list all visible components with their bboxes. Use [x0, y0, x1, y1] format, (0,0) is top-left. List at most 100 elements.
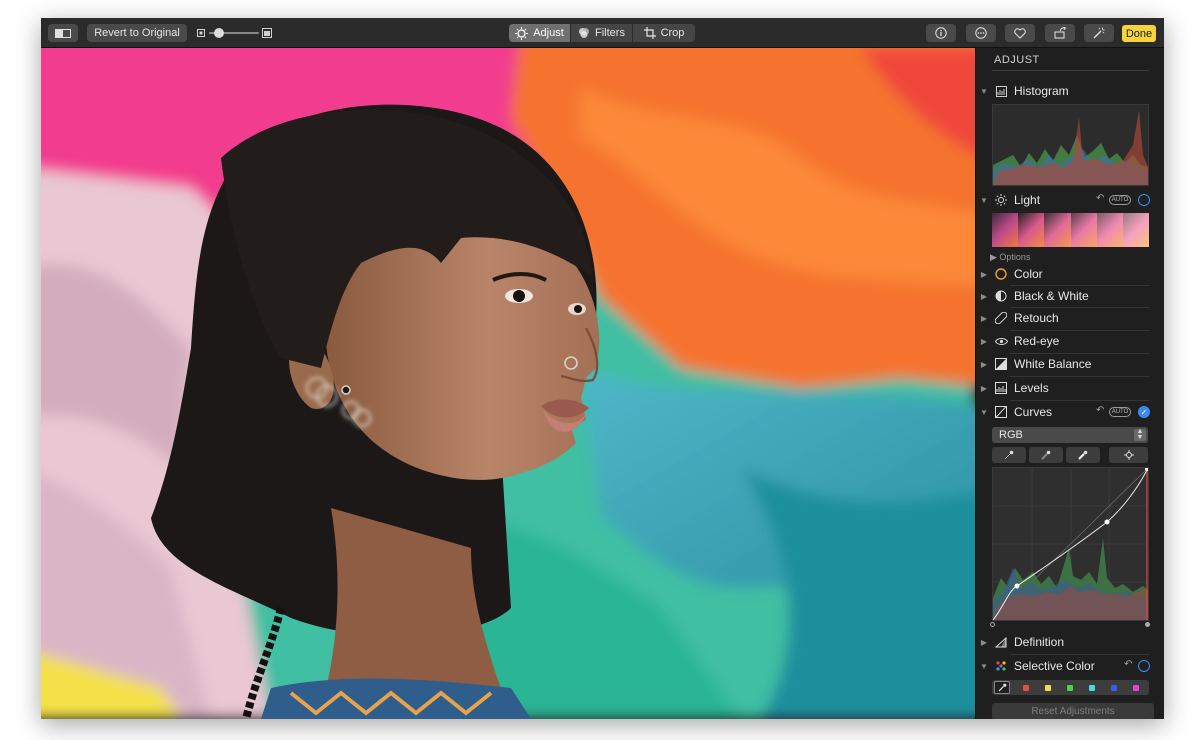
selective-color-label: Selective Color [1014, 659, 1095, 673]
select-arrows-icon: ▲ ▼ [1134, 428, 1146, 441]
selective-color-section-header[interactable]: ▼ Selective Color ↶ [976, 655, 1164, 677]
ellipsis-circle-icon [975, 27, 987, 39]
adjust-dial-icon [515, 26, 529, 40]
black-point-picker-button[interactable] [992, 447, 1026, 463]
sidebar-item-white-balance[interactable]: ▶ White Balance [976, 353, 1164, 375]
done-button[interactable]: Done [1122, 25, 1156, 42]
more-options-button[interactable] [966, 24, 996, 42]
levels-icon [992, 381, 1010, 395]
curves-graph[interactable] [992, 467, 1149, 621]
disclosure-closed-icon[interactable]: ▶ [976, 638, 992, 647]
sidebar-item-label: Red-eye [1014, 334, 1060, 348]
eyedropper-gray-icon [1041, 450, 1051, 460]
selective-color-swatches[interactable] [992, 680, 1149, 695]
zoom-in-icon [262, 28, 272, 38]
edit-mode-tabs: Adjust Filters Crop [509, 24, 695, 42]
disclosure-open-icon[interactable]: ▼ [976, 662, 992, 671]
white-balance-icon [992, 357, 1010, 371]
tab-adjust[interactable]: Adjust [509, 24, 571, 42]
curves-graph-panel[interactable] [992, 467, 1149, 621]
disclosure-closed-icon[interactable]: ▶ [976, 270, 992, 279]
curves-channel-select[interactable]: RGB ▲ ▼ [992, 427, 1148, 443]
sidebar-item-retouch[interactable]: ▶ Retouch [976, 307, 1164, 329]
disclosure-closed-icon[interactable]: ▶ [976, 360, 992, 369]
disclosure-open-icon[interactable]: ▼ [976, 87, 992, 96]
sidebar-item-label: Color [1014, 267, 1043, 281]
sun-icon [992, 193, 1010, 207]
photos-edit-window: Revert to Original Adjust Filters Crop D… [41, 18, 1164, 719]
split-view-icon [55, 28, 71, 38]
green-swatch[interactable] [1067, 685, 1073, 691]
yellow-swatch[interactable] [1045, 685, 1051, 691]
white-point-handle[interactable] [1145, 622, 1150, 627]
magenta-swatch[interactable] [1133, 685, 1139, 691]
disclosure-closed-icon[interactable]: ▶ [976, 384, 992, 393]
undo-arrow-icon[interactable]: ↶ [1096, 193, 1104, 204]
info-button[interactable] [926, 24, 956, 42]
reset-adjustments-button[interactable]: Reset Adjustments [992, 703, 1154, 719]
blue-swatch[interactable] [1111, 685, 1117, 691]
red-swatch[interactable] [1023, 685, 1029, 691]
zoom-slider-knob[interactable] [214, 28, 224, 38]
sidebar-item-label: White Balance [1014, 357, 1092, 371]
disclosure-closed-icon[interactable]: ▶ [976, 314, 992, 323]
sidebar-item-label: Black & White [1014, 289, 1089, 303]
photo-canvas[interactable] [41, 48, 975, 719]
options-label: Options [999, 252, 1031, 262]
light-section-header[interactable]: ▼ Light ↶ AUTO [976, 189, 1164, 211]
eyedropper-white-icon [1078, 450, 1088, 460]
toolbar: Revert to Original Adjust Filters Crop D… [41, 18, 1164, 48]
sidebar-title: ADJUST [994, 54, 1040, 66]
info-icon [935, 27, 947, 39]
disclosure-open-icon[interactable]: ▼ [976, 196, 992, 205]
add-point-button[interactable] [1109, 447, 1148, 463]
tab-crop[interactable]: Crop [633, 24, 695, 42]
sidebar-item-black-white[interactable]: ▶ Black & White [976, 285, 1164, 307]
curves-label: Curves [1014, 405, 1053, 419]
tab-crop-label: Crop [660, 27, 685, 39]
undo-arrow-icon[interactable]: ↶ [1124, 659, 1132, 670]
portrait-photo [41, 48, 975, 719]
cyan-swatch[interactable] [1089, 685, 1095, 691]
tab-adjust-label: Adjust [533, 27, 564, 39]
selective-color-toggle-circle[interactable] [1138, 660, 1150, 672]
sidebar-item-definition[interactable]: ▶ Definition [976, 631, 1164, 653]
curves-auto-button[interactable]: AUTO [1109, 407, 1131, 417]
undo-arrow-icon[interactable]: ↶ [1096, 405, 1104, 416]
enhance-button[interactable] [1084, 24, 1114, 42]
black-point-handle[interactable] [990, 622, 995, 627]
zoom-out-icon [197, 29, 205, 37]
favorite-button[interactable] [1005, 24, 1035, 42]
bandage-icon [992, 311, 1010, 325]
crosshair-icon [1123, 450, 1134, 460]
magic-wand-icon [1093, 27, 1105, 39]
disclosure-open-icon[interactable]: ▼ [976, 408, 992, 417]
sidebar-item-color[interactable]: ▶ Color [976, 263, 1164, 285]
title-divider [992, 70, 1149, 71]
filters-circles-icon [579, 28, 590, 38]
histogram-panel [992, 104, 1149, 186]
sidebar-item-label: Retouch [1014, 311, 1059, 325]
white-point-picker-button[interactable] [1066, 447, 1100, 463]
gray-point-picker-button[interactable] [1029, 447, 1063, 463]
eyedropper-black-icon [1004, 450, 1014, 460]
eyedropper-icon [997, 683, 1006, 692]
rotate-button[interactable] [1045, 24, 1075, 42]
sidebar-item-red-eye[interactable]: ▶ Red-eye [976, 330, 1164, 352]
tab-filters[interactable]: Filters [571, 24, 633, 42]
curves-enabled-check-icon[interactable]: ✓ [1138, 406, 1150, 418]
adjust-sidebar: ADJUST ▼ Histogram ▼ Light ↶ AUTO ▶ Opti… [975, 48, 1164, 719]
revert-to-original-button[interactable]: Revert to Original [87, 24, 187, 42]
color-circle-icon [992, 267, 1010, 281]
curves-section-header[interactable]: ▼ Curves ↶ AUTO ✓ [976, 401, 1164, 423]
light-toggle-circle[interactable] [1138, 194, 1150, 206]
disclosure-closed-icon[interactable]: ▶ [976, 337, 992, 346]
histogram-section-header[interactable]: ▼ Histogram [976, 80, 1164, 102]
light-thumbnails-strip[interactable] [992, 213, 1149, 247]
light-options-toggle[interactable]: ▶ Options [990, 252, 1030, 263]
sidebar-item-levels[interactable]: ▶ Levels [976, 377, 1164, 399]
selective-color-eyedropper-button[interactable] [994, 681, 1010, 694]
light-auto-button[interactable]: AUTO [1109, 195, 1131, 205]
split-view-button[interactable] [48, 24, 78, 42]
disclosure-closed-icon[interactable]: ▶ [976, 292, 992, 301]
